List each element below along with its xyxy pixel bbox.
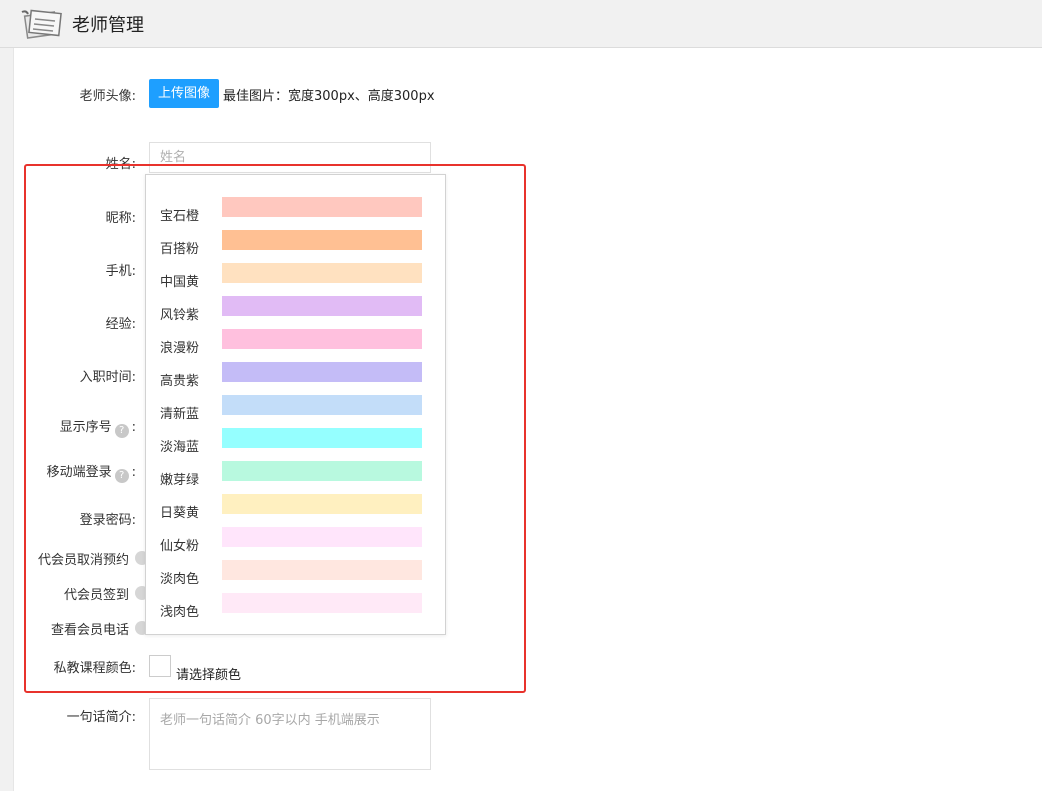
color-option-name: 浪漫粉 [160,341,200,356]
color-option-name: 清新蓝 [160,407,200,422]
upload-tip: 最佳图片：宽度300px、高度300px [223,89,435,104]
color-picker-trigger[interactable] [149,655,171,677]
course-color-label: 私教课程颜色: [53,661,136,676]
help-icon[interactable]: ? [114,469,129,483]
name-input[interactable] [149,142,431,173]
display-order-label: 显示序号?: [60,416,136,438]
color-option-name: 宝石橙 [160,209,200,224]
color-option[interactable]: 浪漫粉 [146,327,445,360]
hire-date-label: 入职时间: [79,370,136,385]
color-option[interactable]: 淡海蓝 [146,426,445,459]
page-header: 老师管理 [0,0,1042,48]
color-option-name: 淡肉色 [160,572,200,587]
cancel-booking-label: 代会员取消预约 [37,553,129,568]
color-swatch[interactable] [222,263,422,283]
intro-label: 一句话简介: [66,710,136,725]
color-option[interactable]: 清新蓝 [146,393,445,426]
color-swatch[interactable] [222,296,422,316]
avatar-label: 老师头像: [79,89,136,104]
color-swatch[interactable] [222,527,422,547]
color-swatch[interactable] [222,461,422,481]
experience-label: 经验: [105,317,136,332]
mobile-login-text: 移动端登录 [46,465,112,480]
color-option[interactable]: 中国黄 [146,261,445,294]
color-option[interactable]: 风铃紫 [146,294,445,327]
color-option[interactable]: 嫩芽绿 [146,459,445,492]
color-swatch[interactable] [222,494,422,514]
check-in-label: 代会员签到 [63,588,129,603]
color-swatch[interactable] [222,395,422,415]
color-swatch[interactable] [222,428,422,448]
mobile-login-colon: : [131,465,136,480]
color-swatch[interactable] [222,593,422,613]
color-swatch[interactable] [222,560,422,580]
phone-label: 手机: [105,264,136,279]
color-tip: 请选择颜色 [176,668,242,683]
display-order-text: 显示序号 [59,420,112,435]
color-option[interactable]: 宝石橙 [146,195,445,228]
color-option-name: 浅肉色 [160,605,200,620]
color-dropdown: 宝石橙百搭粉中国黄风铃紫浪漫粉高贵紫清新蓝淡海蓝嫩芽绿日葵黄仙女粉淡肉色浅肉色 [145,174,446,635]
view-phone-label: 查看会员电话 [50,623,129,638]
color-option-name: 仙女粉 [160,539,200,554]
color-option-name: 日葵黄 [160,506,200,521]
teacher-management-page: 老师管理 老师头像: 上传图像 最佳图片：宽度300px、高度300px 姓名:… [0,0,1042,791]
color-option-name: 中国黄 [160,275,200,290]
color-option[interactable]: 百搭粉 [146,228,445,261]
color-option[interactable]: 浅肉色 [146,591,445,624]
color-swatch[interactable] [222,230,422,250]
login-password-label: 登录密码: [79,513,136,528]
page-title: 老师管理 [72,15,144,36]
name-label: 姓名: [105,157,136,172]
color-option-name: 高贵紫 [160,374,200,389]
color-option-name: 百搭粉 [160,242,200,257]
color-option[interactable]: 日葵黄 [146,492,445,525]
color-swatch[interactable] [222,197,422,217]
intro-textarea[interactable] [149,698,431,770]
nickname-label: 昵称: [105,211,136,226]
color-swatch[interactable] [222,362,422,382]
color-option[interactable]: 高贵紫 [146,360,445,393]
color-option[interactable]: 仙女粉 [146,525,445,558]
sidebar-edge [0,48,14,791]
color-option[interactable]: 淡肉色 [146,558,445,591]
color-option-name: 风铃紫 [160,308,200,323]
display-order-colon: : [131,420,136,435]
help-icon[interactable]: ? [114,424,129,438]
mobile-login-label: 移动端登录?: [47,461,136,483]
color-swatch[interactable] [222,329,422,349]
color-option-name: 嫩芽绿 [160,473,200,488]
notebook-icon [21,9,62,39]
upload-image-button[interactable]: 上传图像 [149,79,219,108]
color-option-name: 淡海蓝 [160,440,200,455]
